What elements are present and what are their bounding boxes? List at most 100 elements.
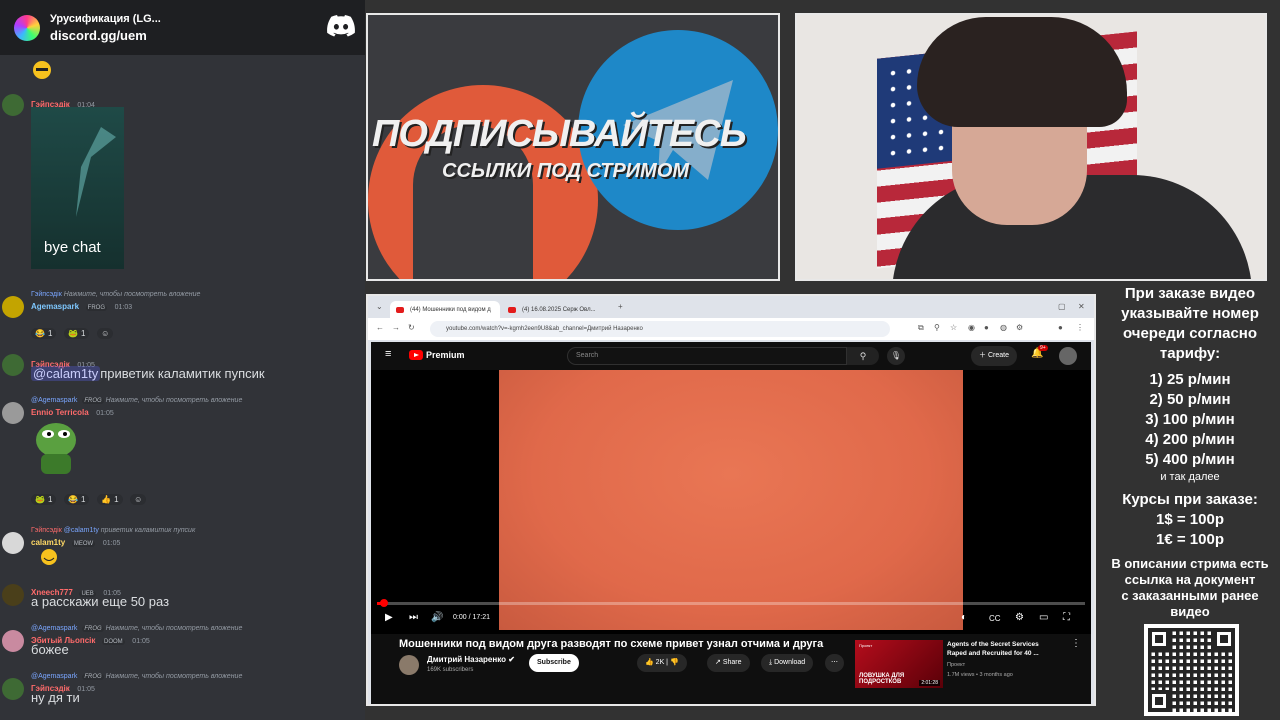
tariff-item: 3) 100 р/мин xyxy=(1145,411,1235,428)
more-actions-button[interactable]: ⋯ xyxy=(825,654,844,672)
new-tab-button[interactable]: + xyxy=(618,302,623,311)
search-input[interactable]: Search xyxy=(567,347,847,365)
chat-message: Гэйпсэдік Нажмите, чтобы посмотреть влож… xyxy=(0,284,365,344)
webcam-feed xyxy=(795,13,1267,281)
minimize-icon[interactable]: ▢ xyxy=(1058,302,1066,311)
laugh-emoji-icon: 😂 xyxy=(68,495,79,504)
youtube-logo[interactable]: Premium xyxy=(409,350,465,360)
tariff-footnote: и так далее xyxy=(1160,471,1220,483)
more-options-icon[interactable]: ⋮ xyxy=(1071,638,1081,649)
extension-icon[interactable]: ◍ xyxy=(1000,323,1007,332)
role-badge: FROG xyxy=(85,305,107,311)
rate-item: 1€ = 100р xyxy=(1156,531,1224,548)
recommended-title[interactable]: Agents of the Secret Services Raped and … xyxy=(947,640,1057,658)
tab-youtube-active[interactable]: (44) Мошенники под видом д xyxy=(390,301,500,318)
extensions-puzzle-icon[interactable]: ⚙ xyxy=(1016,323,1023,332)
doc-note-line: видео xyxy=(1170,604,1210,619)
volume-icon[interactable]: 🔊 xyxy=(431,612,443,623)
recommended-channel[interactable]: Проект xyxy=(947,662,965,668)
avatar[interactable] xyxy=(2,584,24,606)
avatar[interactable] xyxy=(2,354,24,376)
subtitles-icon[interactable]: CC xyxy=(989,614,1001,623)
avatar[interactable] xyxy=(2,630,24,652)
message-username[interactable]: Ennio Terricola xyxy=(31,408,89,417)
message-text: @calam1ty приветик каламитик пупсик xyxy=(31,366,265,381)
reaction-chip[interactable]: 👍 1 xyxy=(97,494,123,505)
doc-note-line: В описании стрима есть xyxy=(1111,556,1269,571)
shark-gif-icon xyxy=(76,127,116,217)
add-reaction-button[interactable]: ☺ xyxy=(130,494,147,505)
hamburger-menu-icon[interactable]: ≡ xyxy=(385,348,391,360)
subscriber-count: 169K subscribers xyxy=(427,667,474,673)
youtube-page: ≡ Premium Search ⚲ 🎙 ＋ Create 🔔 9+ ▶ ⏭ 🔊… xyxy=(371,342,1091,704)
video-progress-bar[interactable] xyxy=(377,599,1085,607)
verified-icon: ✔ xyxy=(508,655,515,664)
download-icon: ⤓ xyxy=(769,659,773,666)
message-timestamp: 01:03 xyxy=(114,304,133,311)
reaction-chip[interactable]: 🐸 1 xyxy=(31,494,57,505)
autoplay-toggle-icon[interactable]: ◐ xyxy=(961,612,967,623)
extension-icon[interactable]: ● xyxy=(984,323,989,332)
settings-gear-icon[interactable]: ⚙ xyxy=(1015,612,1024,623)
channel-name[interactable]: Дмитрий Назаренко ✔ xyxy=(427,655,515,664)
message-username[interactable]: Agemaspark xyxy=(31,302,79,311)
order-info-panel: При заказе видео указывайте номер очеред… xyxy=(1100,284,1280,620)
channel-avatar[interactable] xyxy=(399,655,419,675)
avatar[interactable] xyxy=(2,296,24,318)
subscribe-button[interactable]: Subscribe xyxy=(529,654,579,672)
reaction-chip[interactable]: 😂 1 xyxy=(64,494,90,505)
like-button[interactable]: 👍 2K | 👎 xyxy=(637,654,687,672)
address-bar-row: ← → ↻ youtube.com/watch?v=-kgmh2een9U8&a… xyxy=(368,318,1094,340)
scrubber-handle[interactable] xyxy=(380,599,388,607)
zoom-icon[interactable]: ⚲ xyxy=(934,323,940,332)
info-line: указывайте номер xyxy=(1121,305,1259,322)
add-reaction-button[interactable]: ☺ xyxy=(97,328,114,339)
reaction-chip[interactable]: 🐸 1 xyxy=(64,328,90,339)
bookmark-star-icon[interactable]: ☆ xyxy=(950,323,957,332)
tab-menu-icon[interactable]: ⌄ xyxy=(376,302,383,311)
youtube-favicon-icon xyxy=(396,306,404,313)
avatar[interactable] xyxy=(2,402,24,424)
avatar[interactable] xyxy=(2,94,24,116)
chat-message: Гэйпсэдік 01:05 @calam1ty приветик калами… xyxy=(0,352,365,382)
share-button[interactable]: ↗ Share xyxy=(707,654,750,672)
extension-icon[interactable]: ◉ xyxy=(968,323,975,332)
attachment-image[interactable]: bye chat xyxy=(31,107,124,269)
message-timestamp: 01:05 xyxy=(102,540,121,547)
discord-logo-icon xyxy=(327,15,355,37)
close-icon[interactable]: ✕ xyxy=(1078,302,1085,311)
message-username[interactable]: calam1ty xyxy=(31,538,65,547)
recommended-meta: 1.7M views • 3 months ago xyxy=(947,672,1013,678)
frog-emoji-icon: 🐸 xyxy=(68,329,79,338)
avatar[interactable] xyxy=(2,532,24,554)
profile-icon[interactable]: ● xyxy=(1058,323,1063,332)
avatar[interactable] xyxy=(2,678,24,700)
thumb-emoji-icon: 👍 xyxy=(101,495,112,504)
next-icon[interactable]: ⏭ xyxy=(409,612,418,623)
user-mention[interactable]: @calam1ty xyxy=(31,366,101,381)
video-player[interactable]: ▶ ⏭ 🔊 0:00 / 17:21 ◐ CC ⚙ ▭ ⛶ xyxy=(371,370,1091,634)
tab-strip: ⌄ (44) Мошенники под видом д (4) 16.08.2… xyxy=(368,296,1094,318)
reload-icon[interactable]: ↻ xyxy=(408,323,415,332)
back-icon[interactable]: ← xyxy=(376,323,384,332)
reaction-chip[interactable]: 😂 1 xyxy=(31,328,57,339)
create-button[interactable]: ＋ Create xyxy=(971,346,1017,366)
search-button[interactable]: ⚲ xyxy=(847,347,879,365)
discord-chat-panel: Урусификация (LG... discord.gg/uem Гэйпс… xyxy=(0,0,365,720)
server-invite[interactable]: discord.gg/uem xyxy=(50,28,161,43)
play-icon[interactable]: ▶ xyxy=(385,612,393,623)
fullscreen-icon[interactable]: ⛶ xyxy=(1063,612,1070,623)
install-icon[interactable]: ⧉ xyxy=(918,323,924,333)
url-field[interactable]: youtube.com/watch?v=-kgmh2een9U8&ab_chan… xyxy=(430,321,890,337)
info-line: тарифу: xyxy=(1159,345,1221,362)
chat-message: @Agemaspark FROG Нажмите, чтобы посмотре… xyxy=(0,666,365,710)
browser-menu-icon[interactable]: ⋮ xyxy=(1076,323,1084,332)
notification-count-badge: 9+ xyxy=(1038,345,1048,351)
download-button[interactable]: ⤓ Download xyxy=(761,654,814,672)
tab-youtube-second[interactable]: (4) 16.08.2025 Серж Овл... xyxy=(502,301,612,318)
recommended-thumbnail[interactable]: Проект ЛОВУШКА ДЛЯ ПОДРОСТКОВ 2:01:28 xyxy=(855,640,943,688)
voice-search-button[interactable]: 🎙 xyxy=(887,347,905,365)
theater-mode-icon[interactable]: ▭ xyxy=(1039,612,1048,623)
account-avatar[interactable] xyxy=(1059,347,1077,365)
forward-icon[interactable]: → xyxy=(392,323,400,332)
